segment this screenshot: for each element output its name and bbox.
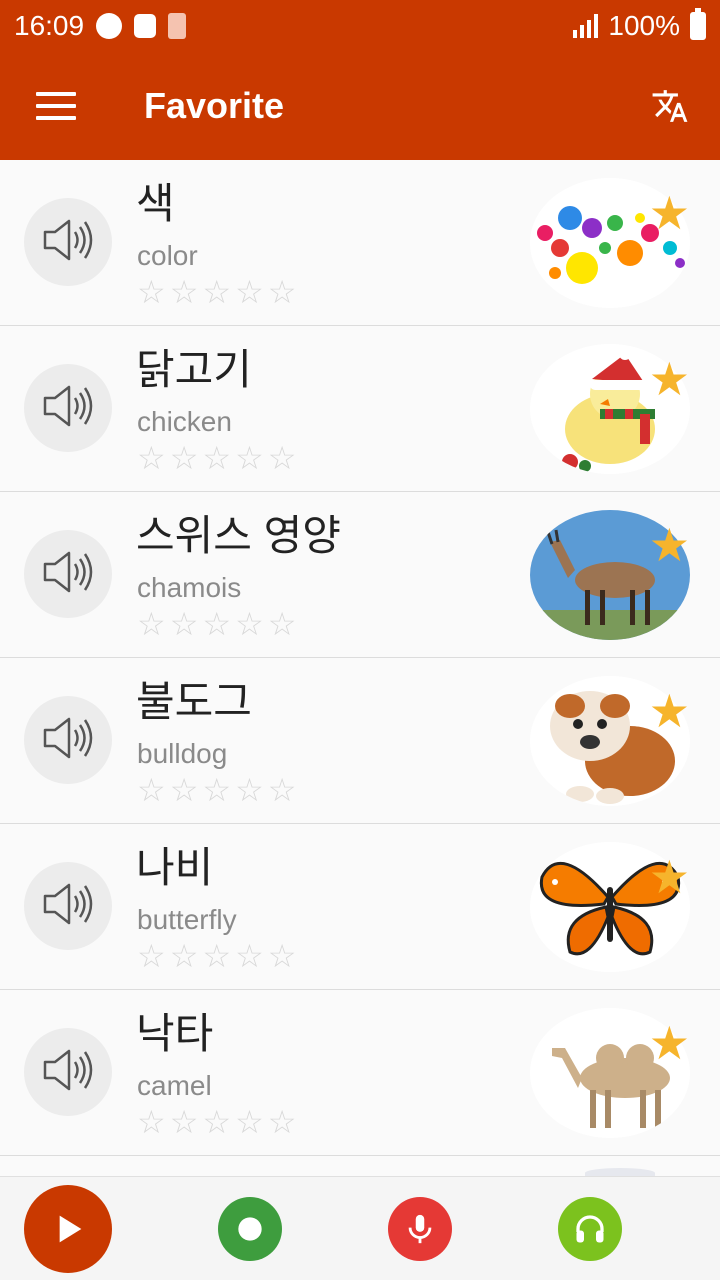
speaker-button[interactable] xyxy=(24,862,112,950)
rating-star-icon[interactable]: ☆ xyxy=(235,772,264,808)
rating-star-icon[interactable]: ☆ xyxy=(235,938,264,974)
rating-star-icon[interactable]: ☆ xyxy=(268,606,297,642)
word-label: 스위스 영양 xyxy=(136,512,341,559)
rating-stars[interactable]: ☆ ☆ ☆ ☆ ☆ xyxy=(137,938,296,974)
speaker-icon xyxy=(41,881,95,932)
favorite-star-icon[interactable]: ★ xyxy=(649,190,690,236)
speaker-icon xyxy=(41,715,95,766)
rating-star-icon[interactable]: ☆ xyxy=(235,440,264,476)
favorite-star-icon[interactable]: ★ xyxy=(649,356,690,402)
rating-star-icon[interactable]: ☆ xyxy=(235,1104,264,1140)
speaker-button[interactable] xyxy=(24,530,112,618)
list-item[interactable]: 스위스 영양 chamois ☆ ☆ ☆ ☆ ☆ ★ xyxy=(0,492,720,658)
rating-star-icon[interactable]: ☆ xyxy=(137,1104,166,1140)
word-label: 나비 xyxy=(136,844,214,891)
rating-star-icon[interactable]: ☆ xyxy=(268,1104,297,1140)
rating-star-icon[interactable]: ☆ xyxy=(170,274,199,310)
speaker-icon xyxy=(41,217,95,268)
translation-label: camel xyxy=(137,1070,212,1101)
rating-stars[interactable]: ☆ ☆ ☆ ☆ ☆ xyxy=(137,274,296,310)
rating-star-icon[interactable]: ☆ xyxy=(202,938,231,974)
list-item[interactable]: 불도그 bulldog ☆ ☆ ☆ ☆ ☆ ★ xyxy=(0,658,720,824)
rating-star-icon[interactable]: ☆ xyxy=(268,938,297,974)
microphone-icon xyxy=(408,1214,432,1244)
word-label: 불도그 xyxy=(136,678,252,725)
speaker-icon xyxy=(41,1047,95,1098)
speaker-button[interactable] xyxy=(24,696,112,784)
notification-battery-icon xyxy=(168,13,187,39)
rating-star-icon[interactable]: ☆ xyxy=(170,772,199,808)
record-button[interactable] xyxy=(218,1197,282,1261)
battery-icon xyxy=(690,8,706,40)
speaker-icon xyxy=(41,383,95,434)
favorite-star-icon[interactable]: ★ xyxy=(649,854,690,900)
rating-star-icon[interactable]: ☆ xyxy=(235,606,264,642)
rating-star-icon[interactable]: ☆ xyxy=(170,938,199,974)
page-title: Favorite xyxy=(144,85,285,126)
hamburger-menu-icon[interactable] xyxy=(0,52,112,160)
notification-app-icon xyxy=(96,13,123,39)
favorite-word-list: 색 color ☆ ☆ ☆ ☆ ☆ ★ 닭고기 chicken ☆ ☆ ☆ ☆ ☆ ★ 스위스 영양 chamoi… xyxy=(0,160,720,1176)
rating-star-icon[interactable]: ☆ xyxy=(170,440,199,476)
rating-stars[interactable]: ☆ ☆ ☆ ☆ ☆ xyxy=(137,440,296,476)
rating-star-icon[interactable]: ☆ xyxy=(268,772,297,808)
translation-label: chicken xyxy=(137,406,232,437)
rating-star-icon[interactable]: ☆ xyxy=(202,440,231,476)
word-label: 낙타 xyxy=(136,1010,214,1057)
play-button[interactable] xyxy=(24,1185,112,1273)
rating-star-icon[interactable]: ☆ xyxy=(202,772,231,808)
rating-stars[interactable]: ☆ ☆ ☆ ☆ ☆ xyxy=(137,772,296,808)
play-icon xyxy=(59,1215,82,1243)
status-bar: 16:09 100% xyxy=(0,0,720,52)
rating-star-icon[interactable]: ☆ xyxy=(137,274,166,310)
speaker-icon xyxy=(41,549,95,600)
translation-label: chamois xyxy=(137,572,242,603)
rating-star-icon[interactable]: ☆ xyxy=(202,1104,231,1140)
microphone-button[interactable] xyxy=(388,1197,452,1261)
status-time: 16:09 xyxy=(14,10,85,41)
rating-stars[interactable]: ☆ ☆ ☆ ☆ ☆ xyxy=(137,606,296,642)
list-item[interactable]: 나비 butterfly ☆ ☆ ☆ ☆ ☆ ★ xyxy=(0,824,720,990)
word-label: 닭고기 xyxy=(136,346,252,393)
rating-star-icon[interactable]: ☆ xyxy=(202,274,231,310)
speaker-button[interactable] xyxy=(24,198,112,286)
bottom-control-bar xyxy=(0,1176,720,1280)
rating-star-icon[interactable]: ☆ xyxy=(137,772,166,808)
rating-star-icon[interactable]: ☆ xyxy=(137,440,166,476)
word-label: 색 xyxy=(136,180,175,227)
battery-percentage: 100% xyxy=(608,10,680,41)
signal-icon xyxy=(573,14,599,38)
speaker-button[interactable] xyxy=(24,1028,112,1116)
translation-label: bulldog xyxy=(137,738,228,769)
list-item[interactable]: 낙타 camel ☆ ☆ ☆ ☆ ☆ ★ xyxy=(0,990,720,1156)
rating-star-icon[interactable]: ☆ xyxy=(268,440,297,476)
app-bar: Favorite xyxy=(0,52,720,160)
favorite-star-icon[interactable]: ★ xyxy=(649,688,690,734)
record-icon xyxy=(238,1217,262,1241)
speaker-button[interactable] xyxy=(24,364,112,452)
rating-star-icon[interactable]: ☆ xyxy=(137,938,166,974)
listen-button[interactable] xyxy=(558,1197,622,1261)
rating-stars[interactable]: ☆ ☆ ☆ ☆ ☆ xyxy=(137,1104,296,1140)
rating-star-icon[interactable]: ☆ xyxy=(137,606,166,642)
favorite-star-icon[interactable]: ★ xyxy=(649,522,690,568)
rating-star-icon[interactable]: ☆ xyxy=(235,274,264,310)
rating-star-icon[interactable]: ☆ xyxy=(202,606,231,642)
favorite-star-icon[interactable]: ★ xyxy=(649,1020,690,1066)
notification-clock-icon xyxy=(134,14,157,38)
list-item[interactable]: 닭고기 chicken ☆ ☆ ☆ ☆ ☆ ★ xyxy=(0,326,720,492)
rating-star-icon[interactable]: ☆ xyxy=(268,274,297,310)
rating-star-icon[interactable]: ☆ xyxy=(170,606,199,642)
rating-star-icon[interactable]: ☆ xyxy=(170,1104,199,1140)
translation-label: color xyxy=(137,240,198,271)
list-item[interactable]: 색 color ☆ ☆ ☆ ☆ ☆ ★ xyxy=(0,160,720,326)
translation-label: butterfly xyxy=(137,904,237,935)
translate-icon[interactable] xyxy=(620,52,720,160)
headphones-icon xyxy=(576,1215,604,1243)
